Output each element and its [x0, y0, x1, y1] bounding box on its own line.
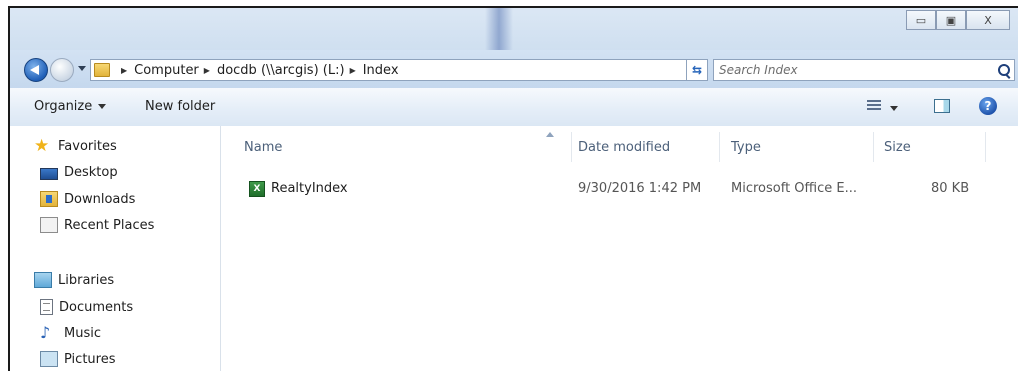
search-box[interactable] — [713, 59, 1015, 81]
nav-desktop[interactable]: Desktop — [40, 165, 118, 180]
breadcrumb-drive[interactable]: docdb (\\arcgis) (L:) — [217, 63, 345, 78]
recent-places-icon — [40, 217, 58, 233]
documents-icon — [40, 299, 53, 315]
nav-music[interactable]: ♪ Music — [40, 325, 101, 341]
nav-documents[interactable]: Documents — [40, 299, 133, 315]
new-folder-label: New folder — [145, 99, 216, 114]
recent-pages-dropdown[interactable] — [78, 66, 86, 71]
nav-desktop-label: Desktop — [64, 165, 118, 180]
file-date-modified: 9/30/2016 1:42 PM — [578, 181, 702, 196]
explorer-window: ▭ ▣ X ▶ Computer ▶ docdb (\\arcgis) (L:)… — [8, 6, 1018, 371]
navigation-pane: ★ Favorites Desktop Downloads Recent Plac… — [10, 126, 221, 371]
chevron-down-icon — [98, 104, 107, 109]
view-options-dropdown-icon[interactable] — [890, 106, 898, 111]
nav-downloads[interactable]: Downloads — [40, 191, 135, 207]
maximize-button[interactable]: ▣ — [936, 10, 966, 30]
column-header-date-modified[interactable]: Date modified — [578, 140, 670, 155]
minimize-button[interactable]: ▭ — [906, 10, 936, 30]
nav-libraries[interactable]: Libraries — [34, 272, 114, 288]
excel-file-icon: X — [249, 181, 265, 197]
search-input[interactable] — [714, 62, 981, 78]
column-divider[interactable] — [873, 132, 874, 162]
nav-downloads-label: Downloads — [64, 191, 136, 207]
window-controls: ▭ ▣ X — [906, 10, 1010, 30]
change-view-icon[interactable] — [867, 100, 881, 112]
folder-icon — [94, 63, 110, 77]
nav-favorites[interactable]: ★ Favorites — [34, 136, 117, 156]
organize-button[interactable]: Organize — [34, 99, 107, 114]
maximize-icon: ▣ — [945, 13, 957, 27]
nav-music-label: Music — [64, 325, 101, 341]
breadcrumb-index[interactable]: Index — [363, 63, 399, 78]
organize-label: Organize — [34, 99, 93, 114]
breadcrumb-computer[interactable]: Computer — [134, 63, 199, 78]
forward-button[interactable] — [50, 58, 74, 82]
breadcrumb-separator-icon[interactable]: ▶ — [350, 66, 356, 75]
address-row: ▶ Computer ▶ docdb (\\arcgis) (L:) ▶ Ind… — [10, 50, 1018, 88]
nav-documents-label: Documents — [59, 299, 134, 315]
music-icon: ♪ — [40, 323, 51, 342]
refresh-button[interactable]: ⇆ — [686, 59, 708, 81]
nav-pictures-label: Pictures — [64, 351, 116, 367]
help-icon[interactable]: ? — [979, 97, 997, 115]
close-button[interactable]: X — [966, 10, 1010, 30]
nav-recent-places-label: Recent Places — [64, 217, 155, 233]
nav-pictures[interactable]: Pictures — [40, 351, 115, 367]
column-header-size[interactable]: Size — [884, 140, 911, 155]
sort-ascending-icon — [546, 132, 554, 137]
address-bar[interactable]: ▶ Computer ▶ docdb (\\arcgis) (L:) ▶ Ind… — [90, 59, 708, 81]
pictures-icon — [40, 351, 58, 367]
preview-pane-icon[interactable] — [934, 99, 950, 113]
libraries-icon — [34, 272, 52, 288]
column-header-name[interactable]: Name — [244, 140, 282, 155]
column-divider[interactable] — [985, 132, 986, 162]
search-icon[interactable] — [998, 64, 1010, 76]
breadcrumb-separator-icon[interactable]: ▶ — [204, 66, 210, 75]
nav-libraries-label: Libraries — [58, 272, 115, 288]
file-list: Name Date modified Type Size X RealtyInd… — [221, 126, 1018, 371]
refresh-icon: ⇆ — [691, 63, 703, 77]
file-row[interactable]: X RealtyIndex 9/30/2016 1:42 PM Microsof… — [221, 178, 1018, 200]
column-divider[interactable] — [571, 132, 572, 162]
nav-recent-places[interactable]: Recent Places — [40, 217, 154, 233]
title-glow — [485, 8, 513, 50]
desktop-icon — [40, 167, 58, 180]
nav-favorites-label: Favorites — [58, 138, 117, 154]
column-header-type[interactable]: Type — [731, 140, 761, 155]
back-button[interactable] — [24, 58, 48, 82]
column-divider[interactable] — [719, 132, 720, 162]
breadcrumb-separator-icon[interactable]: ▶ — [121, 66, 127, 75]
breadcrumb: ▶ Computer ▶ docdb (\\arcgis) (L:) ▶ Ind… — [116, 63, 399, 78]
star-icon: ★ — [34, 136, 50, 156]
file-type: Microsoft Office E... — [731, 181, 857, 196]
title-bar[interactable]: ▭ ▣ X — [10, 8, 1018, 50]
file-name[interactable]: RealtyIndex — [271, 181, 348, 196]
minimize-icon: ▭ — [915, 13, 927, 27]
close-icon: X — [984, 13, 992, 27]
new-folder-button[interactable]: New folder — [145, 99, 215, 114]
downloads-folder-icon — [40, 191, 58, 207]
file-size: 80 KB — [931, 181, 970, 196]
command-bar: Organize New folder ? — [10, 88, 1018, 127]
